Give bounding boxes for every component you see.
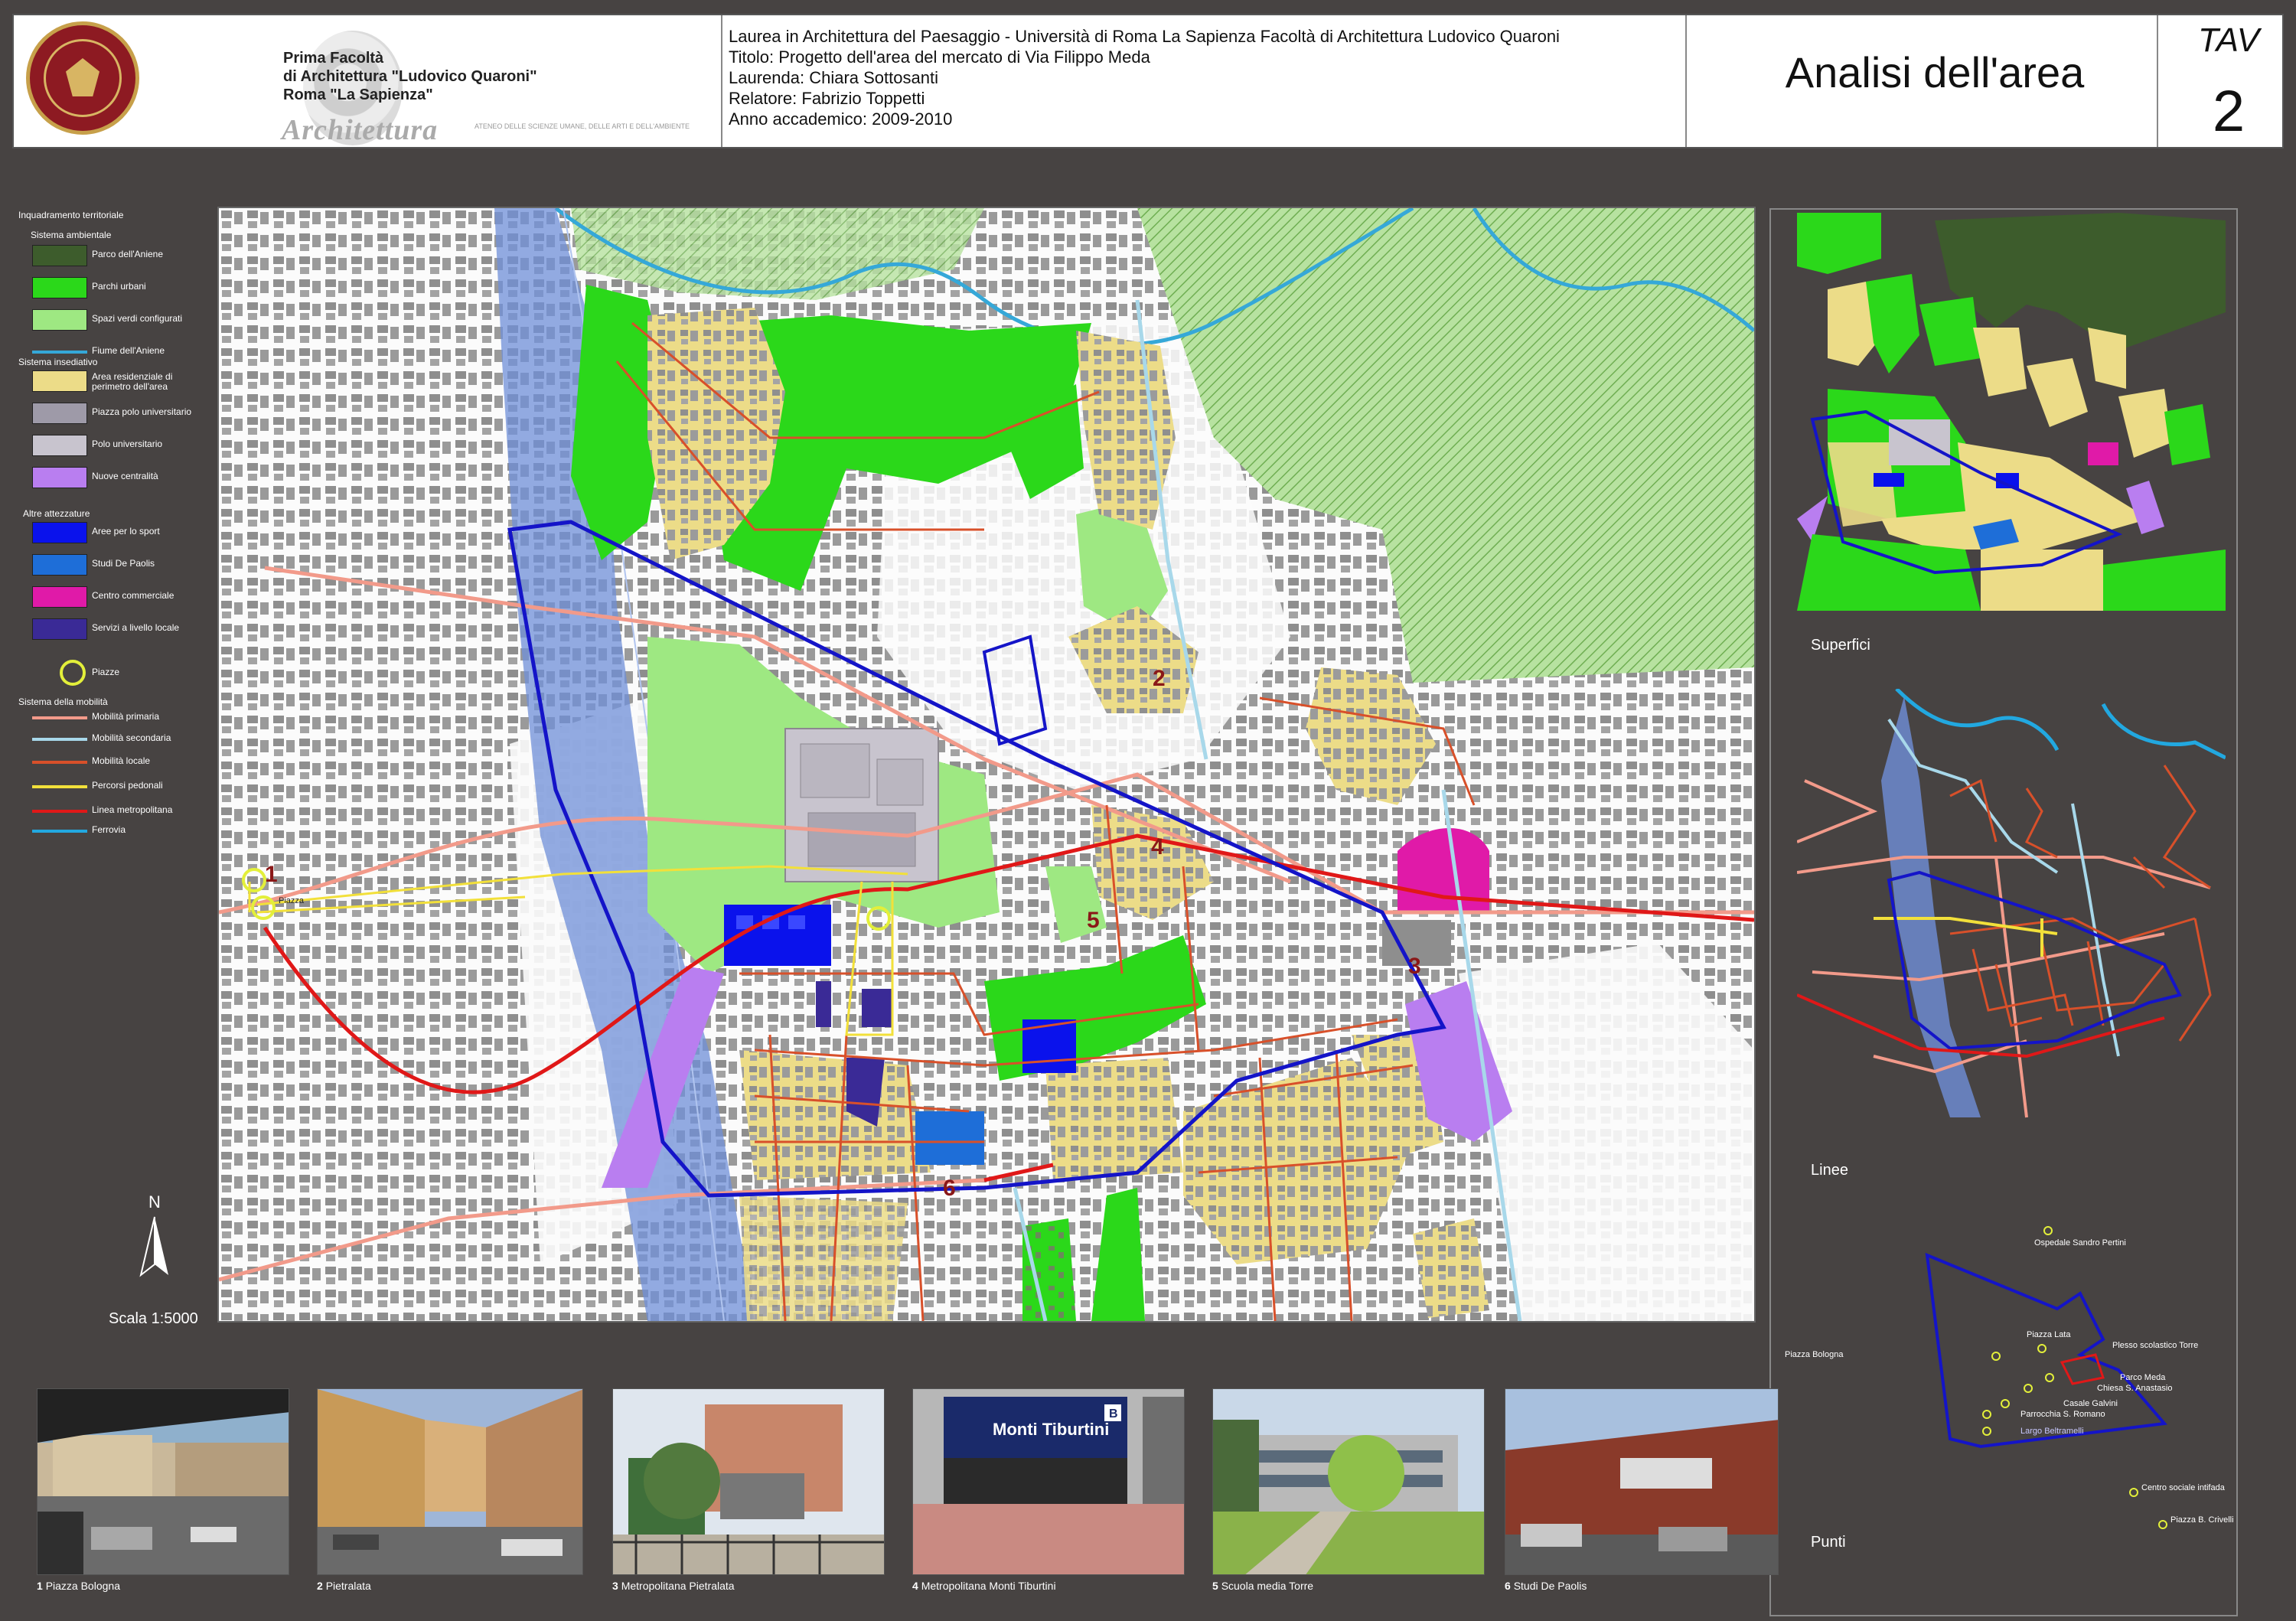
point-label: Chiesa S. Anastasio [2097, 1384, 2173, 1393]
info-degree: Laurea in Architettura del Paesaggio - U… [729, 27, 1560, 46]
architettura-logotype: Architettura [282, 114, 439, 146]
point-label: Largo Beltramelli [2020, 1427, 2084, 1436]
faculty-logo-cell: Prima Facoltà di Architettura "Ludovico … [133, 15, 722, 147]
ateneo-tagline: ATENEO DELLE SCIENZE UMANE, DELLE ARTI E… [475, 122, 690, 130]
thesis-info: Laurea in Architettura del Paesaggio - U… [729, 26, 1560, 129]
photo-metropolitana-pietralata[interactable] [612, 1388, 885, 1575]
point-label: Parrocchia S. Romano [2020, 1410, 2105, 1419]
tav-number: 2 [2212, 79, 2245, 144]
map-label-piazza: Piazza [279, 896, 305, 905]
sapienza-seal-logo [26, 21, 139, 135]
point-label: Centro sociale intifada [2141, 1483, 2225, 1492]
punti-diagram [1925, 1226, 2167, 1529]
faculty-name: Prima Facoltà di Architettura "Ludovico … [283, 49, 537, 104]
point-label: Piazza Bologna [1785, 1350, 1844, 1359]
divider [1685, 15, 1687, 147]
photo-caption: 3 Metropolitana Pietralata [612, 1580, 735, 1592]
legend-section-insediativo: Sistema insediativo [18, 357, 98, 367]
legend-title: Inquadramento territoriale [18, 210, 124, 220]
legend-section-ambientale: Sistema ambientale [31, 230, 112, 240]
panel-label-superfici: Superfici [1811, 637, 1870, 654]
north-label: N [148, 1192, 161, 1212]
info-title: Titolo: Progetto dell'area del mercato d… [729, 47, 1150, 67]
map-canvas: 1 Piazza 2 3 4 5 6 [219, 208, 1754, 1321]
legend-section-mobilita: Sistema della mobilità [18, 696, 108, 707]
point-label: Casale Galvini [2063, 1399, 2118, 1408]
map-number: 2 [1153, 666, 1166, 691]
legend-section-attrezzature: Altre attezzature [23, 508, 90, 519]
faculty-line-2: di Architettura "Ludovico Quaroni" [283, 68, 537, 85]
map-number: 3 [1408, 954, 1421, 979]
photo-caption: 5 Scuola media Torre [1212, 1580, 1314, 1592]
point-label: Parco Meda [2120, 1373, 2166, 1382]
map-number: 4 [1151, 834, 1164, 859]
divider [2157, 15, 2158, 147]
main-map[interactable]: 1 Piazza 2 3 4 5 6 [217, 207, 1756, 1323]
photo-metropolitana-monti-tiburtini[interactable]: Monti Tiburtini B [912, 1388, 1185, 1575]
panel-label-punti: Punti [1811, 1534, 1846, 1551]
panel-label-linee: Linee [1811, 1162, 1848, 1179]
map-number: 6 [943, 1176, 956, 1201]
photo-scuola-media-torre[interactable] [1212, 1388, 1485, 1575]
metro-line-sign: B [1109, 1407, 1118, 1420]
sheet-title: Analisi dell'area [1785, 48, 2085, 96]
studi-de-paolis [915, 1111, 984, 1165]
station-sign-text: Monti Tiburtini [993, 1420, 1109, 1439]
photo-pietralata[interactable] [317, 1388, 583, 1575]
point-label: Piazza Lata [2027, 1330, 2071, 1339]
tav-label: TAV [2198, 21, 2259, 59]
linee-diagram [1797, 689, 2226, 1118]
faculty-line-3: Roma "La Sapienza" [283, 86, 433, 103]
faculty-line-1: Prima Facoltà [283, 50, 384, 67]
photo-caption: 1 Piazza Bologna [37, 1580, 120, 1592]
map-number: 1 [265, 862, 278, 887]
point-label: Plesso scolastico Torre [2112, 1341, 2199, 1350]
point-label: Piazza B. Crivelli [2170, 1515, 2234, 1525]
info-supervisor: Relatore: Fabrizio Toppetti [729, 89, 925, 108]
info-year: Anno accademico: 2009-2010 [729, 109, 953, 129]
title-block: Prima Facoltà di Architettura "Ludovico … [12, 14, 2284, 148]
piazza-circle-icon [60, 660, 86, 686]
photo-caption: 2 Pietralata [317, 1580, 371, 1592]
photo-caption: 4 Metropolitana Monti Tiburtini [912, 1580, 1056, 1592]
info-student: Laurenda: Chiara Sottosanti [729, 68, 938, 87]
logo-cell [14, 15, 139, 147]
superfici-diagram [1797, 213, 2226, 611]
photo-studi-de-paolis[interactable] [1505, 1388, 1779, 1575]
map-number: 5 [1087, 908, 1100, 933]
north-arrow-icon: N [139, 1192, 168, 1277]
photo-piazza-bologna[interactable] [37, 1388, 289, 1575]
photo-caption: 6 Studi De Paolis [1505, 1580, 1587, 1592]
point-label: Ospedale Sandro Pertini [2034, 1238, 2126, 1248]
map-scale: Scala 1:5000 [109, 1310, 198, 1327]
